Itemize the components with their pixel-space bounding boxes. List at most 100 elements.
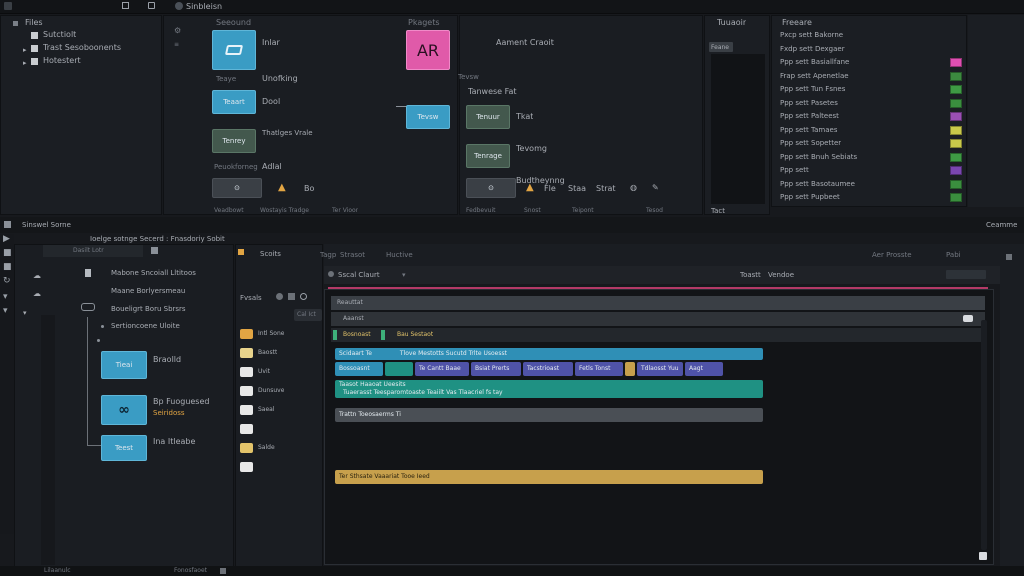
globe-icon[interactable]: ◍ — [630, 183, 637, 193]
timeline-clip[interactable]: Tdlaosst Yuu — [637, 362, 683, 376]
node-tile[interactable]: Tenrage — [466, 144, 510, 168]
marker[interactable] — [381, 330, 385, 340]
track-1-header[interactable]: Scidaart Te Tlove Mestotts Sucutd Trlte … — [335, 348, 763, 360]
square-icon[interactable] — [122, 2, 129, 9]
collapse-icon[interactable] — [1006, 254, 1012, 260]
property-row[interactable]: Ppp sett Tamaes — [780, 125, 837, 135]
property-row[interactable]: Pxcp sett Bakorne — [780, 30, 843, 40]
right-tab[interactable]: Ceamme — [986, 220, 1017, 230]
folder-icon[interactable] — [240, 462, 253, 472]
toolbar-item[interactable]: Aer Prosste — [872, 250, 912, 260]
add-node-button[interactable]: ⊙ — [212, 178, 262, 198]
property-row[interactable]: Ppp sett Sopetter — [780, 138, 841, 148]
color-swatch[interactable] — [950, 125, 962, 135]
folder-icon[interactable] — [240, 367, 253, 377]
gear-icon[interactable]: ⚙ — [174, 26, 181, 36]
sequence-row[interactable]: Aaanst — [331, 312, 985, 326]
tab-sinbleisn[interactable]: Sinbleisn — [186, 2, 222, 12]
list-area[interactable] — [711, 54, 765, 204]
timeline-scrollbar[interactable] — [981, 320, 987, 550]
timeline-clip[interactable]: Aagt — [685, 362, 723, 376]
color-swatch[interactable] — [950, 139, 962, 148]
timeline-clip[interactable] — [625, 362, 635, 376]
tree-item[interactable]: Boueligrt Boru Sbrsrs — [111, 304, 186, 314]
tree-item[interactable]: Trast Sesoboonents — [43, 43, 121, 53]
tree-item[interactable]: Maane Borlyersmeau — [111, 286, 185, 296]
tree-item[interactable]: Mabone Sncoiall Lltitoos — [111, 268, 196, 278]
track-2[interactable]: Taasot Haaoat Ueesits Tuaerasst Teesparo… — [335, 380, 763, 398]
gear-icon[interactable] — [175, 2, 183, 10]
search-box[interactable]: Dasilt Lotr — [43, 245, 143, 257]
pen-icon[interactable]: ✎ — [652, 183, 659, 193]
track-3[interactable]: Trattn Toeosaerms Ti — [335, 408, 763, 422]
tree-item[interactable]: Sertioncoene Uloite — [111, 321, 180, 331]
add-node-button[interactable]: ⊙ — [466, 178, 516, 198]
property-row[interactable]: Ppp sett Basiallfane — [780, 57, 849, 67]
folder-label[interactable]: Dunsuve — [258, 386, 284, 396]
node-tile[interactable]: Tenuur — [466, 105, 510, 129]
ar-node-tile[interactable]: AR — [406, 30, 450, 70]
chevron-down-icon[interactable]: ▾ — [402, 270, 406, 280]
folder-icon[interactable] — [240, 386, 253, 396]
node-tile[interactable]: Tieai — [101, 351, 147, 379]
folder-label[interactable]: Saeal — [258, 405, 275, 415]
property-row[interactable]: Ppp sett — [780, 165, 809, 175]
square-icon[interactable]: ■ — [3, 262, 12, 272]
toolbar-item[interactable]: Huctive — [386, 250, 413, 260]
collapse-icon[interactable] — [13, 21, 18, 26]
property-row[interactable]: Ppp sett Palteest — [780, 111, 839, 121]
color-swatch[interactable] — [950, 112, 962, 121]
folder-label[interactable]: Salde — [258, 443, 275, 453]
search-icon[interactable] — [300, 293, 307, 300]
property-row[interactable]: Frap sett Apenetlae — [780, 71, 849, 81]
record-icon[interactable] — [328, 271, 334, 277]
color-swatch[interactable] — [950, 166, 962, 175]
color-swatch[interactable] — [950, 152, 962, 162]
infinity-node[interactable]: ∞ — [101, 395, 147, 425]
folder-icon[interactable] — [240, 348, 253, 358]
chevron-down-icon[interactable]: ▾ — [3, 306, 8, 316]
grid-icon[interactable] — [288, 293, 295, 300]
chevron-right-icon[interactable]: ▸ — [23, 59, 27, 67]
node-tile[interactable]: Tevsw — [406, 105, 450, 129]
property-row[interactable]: Ppp sett Tun Fsnes — [780, 84, 845, 94]
folder-label[interactable]: Uvit — [258, 367, 270, 377]
list-item-selected[interactable]: Feane — [709, 42, 733, 52]
node-tile-main[interactable] — [212, 30, 256, 70]
property-row[interactable]: Ppp sett Bnuh Sebiats — [780, 152, 857, 162]
folder-label[interactable]: Baostt — [258, 348, 277, 358]
timeline-clip[interactable]: Bsiat Prerts — [471, 362, 521, 376]
color-swatch[interactable] — [950, 71, 962, 81]
zoom-control[interactable] — [946, 270, 986, 279]
play-icon[interactable]: ▶ — [3, 234, 10, 244]
asset-search-input[interactable]: Cal Ict — [294, 309, 322, 321]
property-row[interactable]: Fxdp sett Dexgaer — [780, 44, 845, 54]
toolbar-item[interactable]: Pabi — [946, 250, 961, 260]
property-row[interactable]: Ppp sett Pasetes — [780, 98, 838, 108]
chevron-right-icon[interactable]: ▸ — [23, 46, 27, 54]
color-swatch[interactable] — [950, 98, 962, 108]
tree-item[interactable]: Hotestert — [43, 56, 81, 66]
timeline-clip[interactable]: Tacstrioast — [523, 362, 573, 376]
color-swatch[interactable] — [950, 85, 962, 94]
property-row[interactable]: Ppp sett Pupbeet — [780, 192, 840, 202]
node-tile[interactable]: Teaart — [212, 90, 256, 114]
list-icon[interactable]: ≡ — [174, 40, 179, 50]
folder-icon[interactable] — [240, 424, 253, 434]
square-icon[interactable]: ■ — [3, 248, 12, 258]
color-swatch[interactable] — [950, 58, 962, 67]
chevron-down-icon[interactable]: ▾ — [3, 292, 8, 302]
color-swatch[interactable] — [950, 193, 962, 202]
marker[interactable] — [333, 330, 337, 340]
track-4[interactable]: Ter Sthsate Vaaariat Tooe Ieed — [335, 470, 763, 484]
timeline-clip[interactable]: Bossoasnt — [335, 362, 383, 376]
folder-icon[interactable] — [240, 443, 253, 453]
timeline-clip[interactable]: Fetls Tonst — [575, 362, 623, 376]
toolbar-item[interactable]: Strasot — [340, 250, 365, 260]
folder-label[interactable]: Intl Sone — [258, 329, 284, 339]
chevron-down-icon[interactable]: ▾ — [23, 309, 27, 317]
folder-icon[interactable] — [240, 329, 253, 339]
scroll-corner[interactable] — [979, 552, 987, 560]
loop-icon[interactable]: ↻ — [3, 276, 11, 286]
node-tile[interactable]: Teest — [101, 435, 147, 461]
